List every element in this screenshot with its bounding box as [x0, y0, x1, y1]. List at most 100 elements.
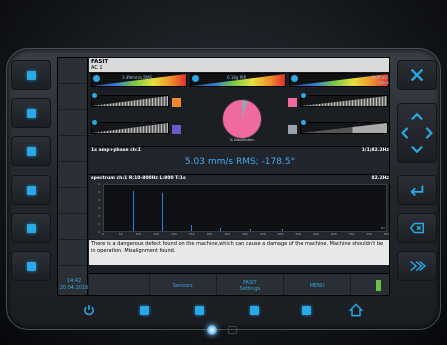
- unknown-icon: [301, 120, 306, 125]
- sidebar-slot[interactable]: [58, 136, 87, 162]
- x-tick-label: 800: [384, 232, 390, 236]
- y-tick-label: 5: [98, 190, 100, 194]
- fast-forward-key[interactable]: [397, 251, 437, 281]
- bottom-softkey-1[interactable]: [122, 293, 166, 327]
- page-header: FASIT AC 1: [89, 58, 389, 72]
- x-tick-label: 450: [259, 232, 266, 236]
- screen-sidebar: 14:42 20.04.2018: [58, 58, 88, 295]
- severity-bar-label: 0.09 m/s wave: [371, 75, 389, 85]
- bearing-icon: [93, 75, 100, 82]
- bottom-softkey-4[interactable]: [284, 293, 328, 327]
- x-tick-label: 200: [171, 232, 177, 236]
- navigation-pad[interactable]: [397, 103, 437, 163]
- sidebar-slot[interactable]: [58, 84, 87, 110]
- arrow-pad-icon: [401, 112, 433, 154]
- x-tick-label: 650: [330, 232, 337, 236]
- distribution-pie: [222, 99, 262, 139]
- spectrum-peak: [281, 229, 283, 231]
- close-key[interactable]: [397, 60, 437, 90]
- x-tick-label: 350: [224, 232, 231, 236]
- severity-bar-label: 0.16g PtP: [227, 75, 247, 80]
- pie-caption: % Distribution: [229, 138, 255, 142]
- status-led-icon: [207, 325, 217, 335]
- misalignment-icon: [301, 93, 306, 98]
- severity-bar-gear: 0.16g PtP: [190, 73, 286, 87]
- y-tick-label: 2: [98, 214, 100, 218]
- severity-bar-motor: 0.09 m/s wave: [289, 73, 389, 87]
- unbalance-icon: [92, 93, 97, 98]
- left-softkey-1[interactable]: [11, 60, 51, 90]
- amp-phase-title: 1x amp+phase ch:1: [91, 148, 141, 153]
- square-icon: [26, 261, 36, 271]
- amp-phase-value: 5.03 mm/s RMS; -178.5°: [184, 157, 296, 167]
- indicator-bar-1: [91, 95, 169, 107]
- x-tick-label: 400: [242, 232, 248, 236]
- spectrum-peak: [191, 224, 193, 231]
- clock-time: 14:42: [66, 278, 82, 284]
- home-key[interactable]: [334, 293, 378, 327]
- spectrum-title: spectrum ch:1 R:10-800Hz L:800 T:1s: [91, 176, 186, 181]
- color-swatch-pink: [288, 98, 297, 107]
- x-tick-label: 150: [153, 232, 160, 236]
- enter-key[interactable]: [397, 175, 437, 205]
- color-swatch-purple: [172, 125, 181, 134]
- sidebar-slot[interactable]: [58, 240, 87, 266]
- left-softkey-2[interactable]: [11, 98, 51, 128]
- bottom-softkey-2[interactable]: [177, 293, 221, 327]
- severity-bar-label: 3.49mm/s RMS: [122, 75, 153, 80]
- x-tick-label: 0: [102, 232, 104, 236]
- square-icon: [26, 185, 36, 195]
- bottom-softkey-3[interactable]: [232, 293, 276, 327]
- device-frame: 14:42 20.04.2018 FASIT AC 1 3.49mm/s RMS…: [0, 0, 447, 345]
- left-softkey-4[interactable]: [11, 175, 51, 205]
- spectrum-x-unit: Hz: [381, 226, 385, 230]
- motor-icon: [291, 75, 298, 82]
- spectrum-peak: [220, 227, 222, 231]
- x-tick-label: 250: [188, 232, 195, 236]
- enter-icon: [410, 185, 424, 197]
- left-softkey-3[interactable]: [11, 136, 51, 166]
- square-icon: [26, 108, 36, 118]
- power-key[interactable]: [67, 293, 111, 327]
- backspace-key[interactable]: [397, 213, 437, 243]
- spectrum-peak: [133, 191, 135, 231]
- secondary-led-icon: [228, 326, 237, 334]
- square-icon: [26, 146, 36, 156]
- indicator-bar-2: [91, 122, 169, 134]
- spectrum-peak: [249, 228, 251, 231]
- square-icon: [26, 223, 36, 233]
- looseness-icon: [92, 120, 97, 125]
- spectrum-peak: [162, 192, 164, 231]
- y-tick-label: 6: [98, 182, 100, 186]
- page-title: FASIT: [91, 59, 109, 65]
- x-tick-label: 600: [313, 232, 319, 236]
- x-tick-label: 550: [295, 232, 302, 236]
- spectrum-panel[interactable]: spectrum ch:1 R:10-800Hz L:800 T:1s 82.2…: [89, 174, 390, 239]
- diagnosis-message: There is a dangerous defect found on the…: [89, 240, 389, 265]
- spectrum-plot: [103, 184, 387, 232]
- sidebar-slot[interactable]: [58, 188, 87, 214]
- square-icon: [301, 305, 311, 315]
- amp-phase-right: 1/1;82.2Hz: [361, 148, 389, 153]
- power-icon: [84, 305, 94, 316]
- page-subtitle: AC 1: [91, 65, 103, 71]
- square-icon: [26, 70, 36, 80]
- y-tick-label: 4: [98, 198, 100, 202]
- sidebar-slot[interactable]: [58, 110, 87, 136]
- left-softkey-6[interactable]: [11, 251, 51, 281]
- square-icon: [139, 305, 149, 315]
- x-tick-label: 300: [206, 232, 213, 236]
- left-softkey-5[interactable]: [11, 213, 51, 243]
- y-tick-label: 1: [98, 222, 100, 226]
- sidebar-slot[interactable]: [58, 214, 87, 240]
- amp-phase-panel[interactable]: 1x amp+phase ch:1 1/1;82.2Hz 5.03 mm/s R…: [89, 146, 389, 173]
- fasit-panel[interactable]: 3.49mm/s RMS 0.16g PtP 0.09 m/s wave % D…: [89, 72, 389, 145]
- sidebar-slot[interactable]: [58, 162, 87, 188]
- fast-forward-icon: [410, 260, 426, 272]
- x-tick-label: 100: [135, 232, 142, 236]
- sidebar-slot[interactable]: [58, 58, 87, 84]
- x-tick-label: 50: [118, 232, 123, 236]
- indicator-bar-3: [300, 95, 388, 107]
- color-swatch-orange: [172, 98, 181, 107]
- color-swatch-gray: [288, 125, 297, 134]
